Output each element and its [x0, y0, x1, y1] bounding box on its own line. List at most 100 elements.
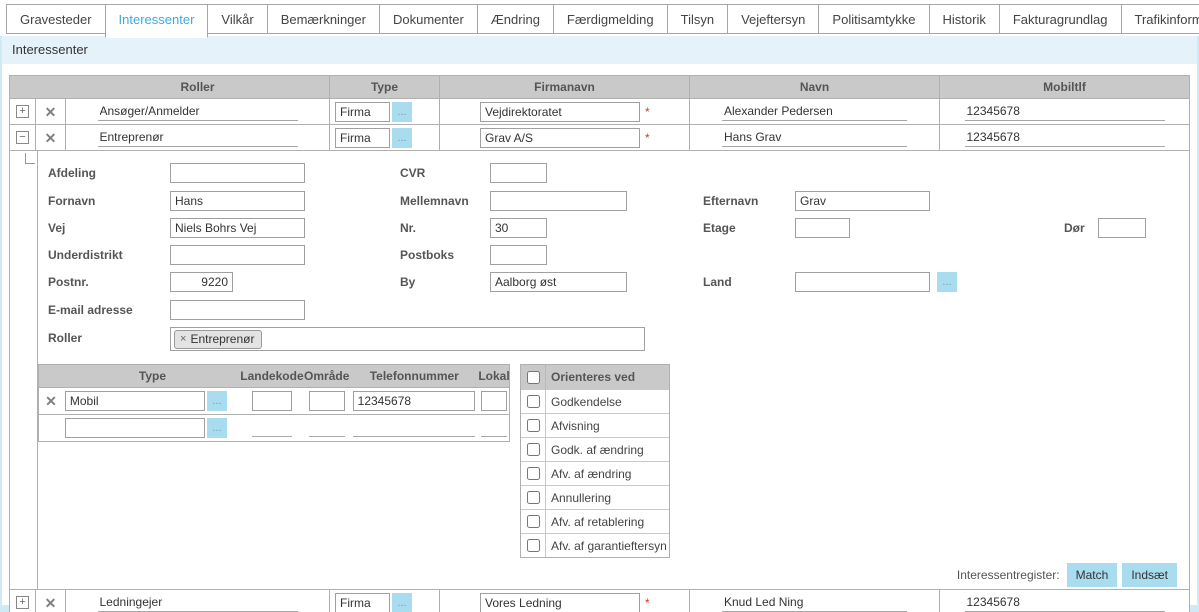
tab-vejeftersyn[interactable]: Vejeftersyn	[727, 4, 819, 34]
phone-col-type: Type	[63, 369, 240, 383]
delete-row-icon[interactable]: ✕	[45, 131, 57, 145]
tab-gravesteder[interactable]: Gravesteder	[6, 4, 106, 34]
mobiltlf-input[interactable]	[965, 594, 1165, 612]
dor-input[interactable]	[1098, 218, 1146, 238]
roller-input[interactable]	[98, 594, 298, 612]
telefonnummer-input[interactable]	[353, 391, 475, 411]
email-input[interactable]	[170, 300, 305, 320]
by-input[interactable]	[490, 272, 627, 292]
required-asterisk: *	[645, 596, 650, 610]
delete-phone-icon[interactable]: ✕	[45, 393, 57, 409]
navn-input[interactable]	[722, 594, 907, 612]
land-lookup-button[interactable]: ...	[937, 272, 957, 292]
phone-col-telefonnummer: Telefonnummer	[350, 369, 479, 383]
tab-aendring[interactable]: Ændring	[477, 4, 554, 34]
col-header-type: Type	[330, 76, 440, 98]
option-label: Afvisning	[546, 419, 600, 433]
expand-icon[interactable]: +	[16, 105, 29, 118]
lokal-input[interactable]	[481, 419, 507, 437]
firmanavn-input[interactable]	[480, 128, 640, 148]
efternavn-input[interactable]	[795, 191, 930, 211]
etage-input[interactable]	[795, 218, 850, 238]
godk-af-aendring-checkbox[interactable]	[527, 443, 540, 456]
phone-row: ✕ ...	[39, 387, 509, 414]
tab-interessenter[interactable]: Interessenter	[105, 4, 209, 38]
phone-col-landekode: Landekode	[240, 369, 304, 383]
afv-af-aendring-checkbox[interactable]	[527, 467, 540, 480]
roller-input[interactable]	[98, 129, 298, 147]
delete-row-icon[interactable]: ✕	[45, 596, 57, 610]
type-input[interactable]	[335, 128, 390, 148]
afvisning-checkbox[interactable]	[527, 419, 540, 432]
landekode-input[interactable]	[252, 419, 292, 437]
tab-dokumenter[interactable]: Dokumenter	[379, 4, 478, 34]
annullering-checkbox[interactable]	[527, 491, 540, 504]
cvr-input[interactable]	[490, 163, 547, 183]
col-header-roller: Roller	[66, 76, 330, 98]
tab-bar: Gravesteder Interessenter Vilkår Bemærkn…	[0, 0, 1199, 36]
fornavn-input[interactable]	[170, 191, 305, 211]
underdistrikt-input[interactable]	[170, 245, 305, 265]
mobiltlf-input[interactable]	[965, 103, 1165, 121]
roller-input[interactable]	[98, 103, 298, 121]
mellemnavn-label: Mellemnavn	[400, 194, 469, 208]
postboks-label: Postboks	[400, 248, 454, 262]
chip-remove-icon[interactable]: ×	[180, 333, 186, 345]
afv-af-retablering-checkbox[interactable]	[527, 515, 540, 528]
tab-tilsyn[interactable]: Tilsyn	[667, 4, 728, 34]
orienteres-ved-list: Orienteres ved Godkendelse Afvisning God…	[520, 364, 670, 558]
phone-type-input[interactable]	[65, 418, 205, 438]
tab-politisamtykke[interactable]: Politisamtykke	[818, 4, 929, 34]
roller-chip-container[interactable]: × Entreprenør	[170, 327, 645, 351]
afdeling-input[interactable]	[170, 163, 305, 183]
godkendelse-checkbox[interactable]	[527, 395, 540, 408]
vej-input[interactable]	[170, 218, 305, 238]
postboks-input[interactable]	[490, 245, 547, 265]
tab-trafikinformation[interactable]: Trafikinformation	[1121, 4, 1199, 34]
navn-input[interactable]	[722, 129, 907, 147]
orienteres-option-row: Annullering	[521, 485, 669, 509]
navn-input[interactable]	[722, 103, 907, 121]
dor-label: Dør	[1064, 221, 1085, 235]
firmanavn-input[interactable]	[480, 593, 640, 612]
omrade-input[interactable]	[309, 419, 345, 437]
indsaet-button[interactable]: Indsæt	[1122, 563, 1177, 587]
option-label: Godkendelse	[546, 395, 622, 409]
interessentregister-bar: Interessentregister: Match Indsæt	[957, 563, 1177, 587]
option-label: Afv. af garantieftersyn	[546, 539, 667, 553]
omrade-input[interactable]	[309, 391, 345, 411]
orienteres-select-all-checkbox[interactable]	[527, 371, 540, 384]
fornavn-label: Fornavn	[48, 194, 95, 208]
postnr-input[interactable]	[170, 272, 233, 292]
expand-icon[interactable]: +	[16, 596, 29, 609]
nr-input[interactable]	[490, 218, 547, 238]
tab-fakturagrundlag[interactable]: Fakturagrundlag	[999, 4, 1122, 34]
phone-type-lookup-button[interactable]: ...	[207, 418, 227, 438]
type-lookup-button[interactable]: ...	[392, 593, 412, 612]
firmanavn-input[interactable]	[480, 102, 640, 122]
telefonnummer-input[interactable]	[353, 419, 475, 437]
afv-af-garantieftersyn-checkbox[interactable]	[527, 539, 540, 552]
mobiltlf-input[interactable]	[965, 129, 1165, 147]
phone-type-input[interactable]	[65, 391, 205, 411]
table-row: + ✕ ... *	[10, 589, 1189, 612]
tab-faerdigmelding[interactable]: Færdigmelding	[553, 4, 668, 34]
type-lookup-button[interactable]: ...	[392, 102, 412, 122]
roller-label: Roller	[48, 331, 82, 345]
type-input[interactable]	[335, 102, 390, 122]
required-asterisk: *	[645, 105, 650, 119]
collapse-icon[interactable]: −	[16, 131, 29, 144]
landekode-input[interactable]	[252, 391, 292, 411]
tab-vilkar[interactable]: Vilkår	[207, 4, 267, 34]
etage-label: Etage	[703, 221, 736, 235]
phone-type-lookup-button[interactable]: ...	[207, 391, 227, 411]
match-button[interactable]: Match	[1067, 563, 1118, 587]
type-input[interactable]	[335, 593, 390, 612]
land-input[interactable]	[795, 272, 930, 292]
tab-bemaerkninger[interactable]: Bemærkninger	[267, 4, 380, 34]
delete-row-icon[interactable]: ✕	[45, 105, 57, 119]
type-lookup-button[interactable]: ...	[392, 128, 412, 148]
tab-historik[interactable]: Historik	[929, 4, 1000, 34]
mellemnavn-input[interactable]	[490, 191, 627, 211]
lokal-input[interactable]	[481, 391, 507, 411]
